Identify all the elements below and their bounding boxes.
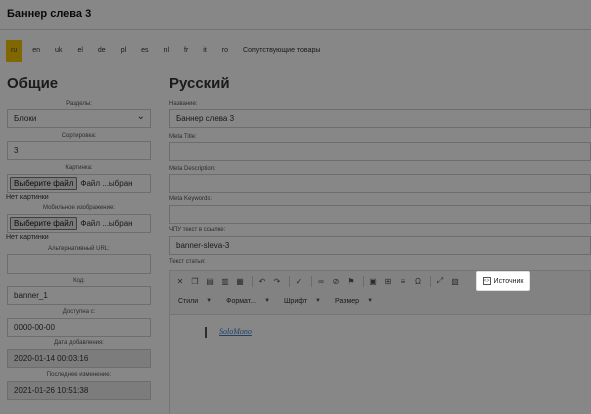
tab-lang-it[interactable]: it xyxy=(198,40,212,62)
tab-lang-ru[interactable]: ru xyxy=(6,40,23,62)
content-link[interactable]: SoloMono xyxy=(219,327,252,336)
cut-icon[interactable]: ✕ xyxy=(174,275,186,287)
name-input[interactable]: Баннер слева 3 xyxy=(169,109,591,128)
editor-content-area[interactable]: SoloMono xyxy=(169,315,591,414)
available-from-input[interactable]: 0000-00-00 xyxy=(7,318,151,337)
text-cursor-bar xyxy=(205,327,207,338)
anchor-icon[interactable]: ⚑ xyxy=(345,275,357,287)
code-label: Код: xyxy=(73,278,85,284)
paste-text-icon[interactable]: ▥ xyxy=(219,275,231,287)
file-status: Файл ...ыбран xyxy=(80,179,133,188)
toolbar-separator xyxy=(252,275,253,287)
mobile-choose-file-button[interactable]: Выберите файл xyxy=(10,217,78,230)
redo-icon[interactable]: ↷ xyxy=(271,275,283,287)
styles-combo-label: Стили xyxy=(178,297,199,305)
russian-heading: Русский xyxy=(169,75,230,92)
tab-lang-en[interactable]: en xyxy=(27,40,45,62)
chevron-down-icon: ▼ xyxy=(315,298,321,304)
section-select[interactable]: Блоки xyxy=(7,109,151,128)
link-icon[interactable]: ∞ xyxy=(315,275,327,287)
meta-keywords-label: Meta Keywords: xyxy=(169,196,213,202)
meta-description-label: Meta Description: xyxy=(169,166,216,172)
available-from-label: Доступна с: xyxy=(62,309,96,315)
image-file-input: Выберите файл Файл ...ыбран xyxy=(7,174,151,193)
spellcheck-icon[interactable]: ✓ xyxy=(293,275,305,287)
sort-input[interactable]: 3 xyxy=(7,141,151,160)
tab-lang-es[interactable]: es xyxy=(136,40,153,62)
undo-icon[interactable]: ↶ xyxy=(256,275,268,287)
copy-icon[interactable]: ❐ xyxy=(189,275,201,287)
tab-lang-fr[interactable]: fr xyxy=(179,40,193,62)
page-header: Баннер слева 3 xyxy=(0,0,591,30)
meta-title-label: Meta Title: xyxy=(169,134,197,140)
size-combo[interactable]: Размер ▼ xyxy=(331,295,377,307)
alt-url-input[interactable] xyxy=(7,254,151,274)
size-combo-label: Размер xyxy=(335,297,360,305)
toolbar-separator xyxy=(363,275,364,287)
chevron-down-icon: ▼ xyxy=(264,298,271,304)
language-tabs: ru en uk el de pl es nl fr it ro Сопутст… xyxy=(6,40,330,62)
tab-lang-de[interactable]: de xyxy=(93,40,111,62)
alt-url-label: Альтернативный URL: xyxy=(48,246,110,252)
tab-related-products[interactable]: Сопутствующие товары xyxy=(238,40,325,62)
paste-icon[interactable]: ▤ xyxy=(204,275,216,287)
last-modified-value: 2021-01-26 10:51:38 xyxy=(7,381,151,400)
table-icon[interactable]: ⊞ xyxy=(382,275,394,287)
source-icon: <> xyxy=(482,277,491,285)
url-slug-input[interactable]: banner-sleva-3 xyxy=(169,236,591,255)
date-added-value: 2020-01-14 00:03:16 xyxy=(7,349,151,368)
chevron-down-icon: ▼ xyxy=(367,298,374,304)
unlink-icon[interactable]: ⊘ xyxy=(330,275,342,287)
format-combo[interactable]: Формат... ▼ xyxy=(222,295,274,307)
chevron-down-icon: ▼ xyxy=(206,298,213,304)
general-heading: Общие xyxy=(7,75,59,92)
mobile-image-file-input: Выберите файл Файл ...ыбран xyxy=(7,214,151,233)
source-button-label: Источник xyxy=(493,277,524,285)
toolbar-row-1: ✕ ❐ ▤ ▥ ▦ ↶ ↷ ✓ ∞ ⊘ ⚑ ▣ ⊞ ≡ Ω ⤢ ▧ xyxy=(174,273,464,289)
toolbar-separator xyxy=(311,275,312,287)
url-slug-label: ЧПУ текст в ссылке: xyxy=(169,227,226,233)
tab-lang-ro[interactable]: ro xyxy=(217,40,233,62)
section-label: Разделы: xyxy=(66,101,92,107)
meta-description-input[interactable] xyxy=(169,174,591,193)
no-image-text: Нет картинки xyxy=(6,194,49,201)
toolbar-separator xyxy=(430,275,431,287)
tab-lang-el[interactable]: el xyxy=(72,40,87,62)
font-combo-label: Шрифт xyxy=(284,297,308,305)
tab-lang-uk[interactable]: uk xyxy=(50,40,67,62)
font-combo[interactable]: Шрифт ▼ xyxy=(280,295,325,307)
mobile-no-image-text: Нет картинки xyxy=(6,234,49,241)
show-blocks-icon[interactable]: ▧ xyxy=(449,275,461,287)
source-button[interactable]: <> Источник xyxy=(476,271,530,291)
toolbar-row-2: Стили ▼ Формат... ▼ Шрифт ▼ Размер ▼ xyxy=(174,293,383,309)
page-title: Баннер слева 3 xyxy=(7,8,92,20)
maximize-icon[interactable]: ⤢ xyxy=(434,275,446,287)
special-char-icon[interactable]: Ω xyxy=(412,275,424,287)
last-modified-label: Последнее изменение: xyxy=(46,372,112,378)
horizontal-line-icon[interactable]: ≡ xyxy=(397,275,409,287)
meta-title-input[interactable] xyxy=(169,142,591,161)
date-added-label: Дата добавления: xyxy=(54,340,104,346)
sort-label: Сортировка: xyxy=(61,133,97,139)
article-text-label: Текст статьи: xyxy=(169,259,206,265)
toolbar-separator xyxy=(289,275,290,287)
tab-lang-nl[interactable]: nl xyxy=(159,40,174,62)
name-label: Название: xyxy=(169,101,198,107)
image-label: Картинка: xyxy=(65,165,93,171)
paste-word-icon[interactable]: ▦ xyxy=(234,275,246,287)
code-input[interactable]: banner_1 xyxy=(7,286,151,305)
meta-keywords-input[interactable] xyxy=(169,205,591,224)
styles-combo[interactable]: Стили ▼ xyxy=(174,295,216,307)
format-combo-label: Формат... xyxy=(226,297,257,305)
mobile-image-label: Мобильное изображение: xyxy=(43,205,115,211)
tab-lang-pl[interactable]: pl xyxy=(116,40,131,62)
choose-file-button[interactable]: Выберите файл xyxy=(10,177,78,190)
image-icon[interactable]: ▣ xyxy=(367,275,379,287)
mobile-file-status: Файл ...ыбран xyxy=(80,219,133,228)
